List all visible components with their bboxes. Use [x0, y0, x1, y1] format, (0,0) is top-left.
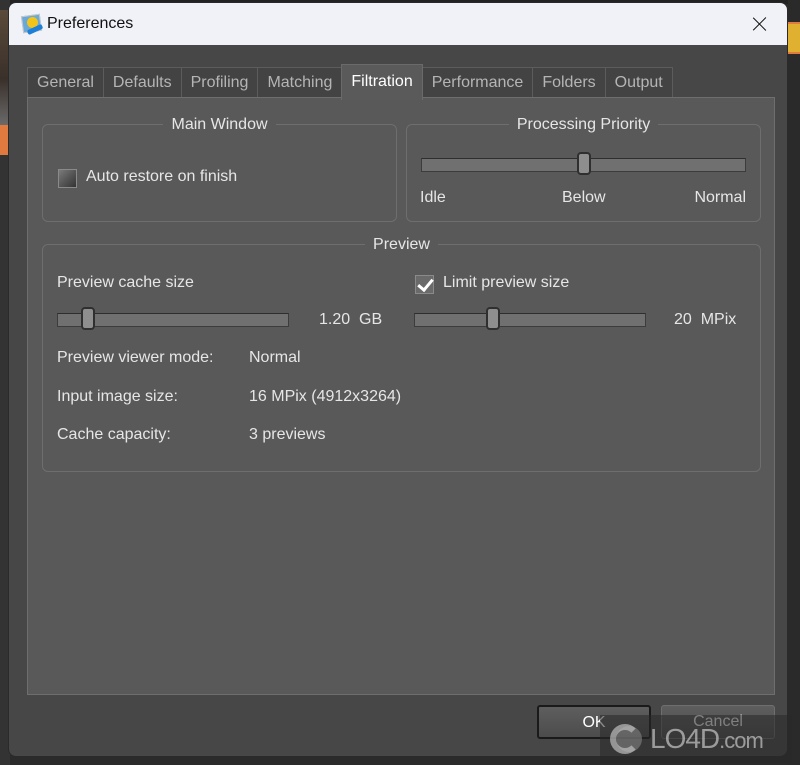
tab-matching[interactable]: Matching	[257, 67, 343, 99]
priority-label-normal: Normal	[694, 189, 746, 206]
preview-cache-size-label: Preview cache size	[57, 274, 194, 291]
viewer-mode-label: Preview viewer mode:	[57, 349, 214, 366]
priority-slider[interactable]	[421, 152, 746, 175]
priority-label-idle: Idle	[420, 189, 446, 206]
lo4d-logo-icon	[606, 718, 648, 760]
tab-folders[interactable]: Folders	[532, 67, 606, 99]
tab-bar: General Defaults Profiling Matching Filt…	[27, 64, 673, 100]
main-window-group-title: Main Window	[163, 116, 276, 133]
tab-general[interactable]: General	[27, 67, 104, 99]
processing-priority-title: Processing Priority	[508, 116, 659, 133]
limit-preview-size-checkbox[interactable]	[415, 275, 434, 294]
tab-performance[interactable]: Performance	[421, 67, 534, 99]
limit-preview-size-thumb[interactable]	[486, 307, 501, 330]
title-bar[interactable]: Preferences	[9, 3, 787, 45]
preferences-dialog: Preferences General Defaults Profiling M…	[8, 2, 788, 757]
app-icon	[20, 13, 44, 36]
processing-priority-group: Processing Priority Idle Below Normal	[406, 116, 761, 222]
tab-defaults[interactable]: Defaults	[102, 67, 182, 99]
priority-slider-thumb[interactable]	[576, 152, 591, 175]
tab-profiling[interactable]: Profiling	[180, 67, 259, 99]
preview-cache-size-thumb[interactable]	[80, 307, 95, 330]
tab-output[interactable]: Output	[604, 67, 673, 99]
background-app-right	[788, 0, 800, 765]
window-title: Preferences	[47, 15, 134, 32]
cache-capacity-value: 3 previews	[249, 426, 326, 443]
input-image-size-label: Input image size:	[57, 388, 178, 405]
tab-panel-filtration: Main Window Auto restore on finish Proce…	[27, 97, 775, 695]
main-window-group: Main Window Auto restore on finish	[42, 116, 397, 222]
close-icon[interactable]	[749, 13, 771, 35]
cache-capacity-label: Cache capacity:	[57, 426, 171, 443]
limit-preview-size-slider[interactable]	[414, 307, 646, 330]
preview-group-title: Preview	[365, 236, 438, 253]
preview-cache-size-value: 1.20 GB	[319, 311, 383, 328]
preview-group: Preview Preview cache size 1.20 GB Limit…	[42, 236, 761, 472]
limit-preview-size-label[interactable]: Limit preview size	[443, 274, 569, 292]
priority-label-below: Below	[562, 189, 606, 206]
input-image-size-value: 16 MPix (4912x3264)	[249, 388, 402, 405]
preview-cache-size-slider[interactable]	[57, 307, 289, 330]
auto-restore-checkbox[interactable]	[58, 169, 77, 188]
viewer-mode-value: Normal	[249, 349, 301, 366]
tab-filtration[interactable]: Filtration	[341, 64, 423, 100]
lo4d-watermark: LO4D.com	[600, 715, 792, 763]
watermark-text: LO4D.com	[650, 723, 764, 754]
auto-restore-label[interactable]: Auto restore on finish	[86, 168, 237, 186]
limit-preview-size-value: 20 MPix	[674, 311, 737, 328]
